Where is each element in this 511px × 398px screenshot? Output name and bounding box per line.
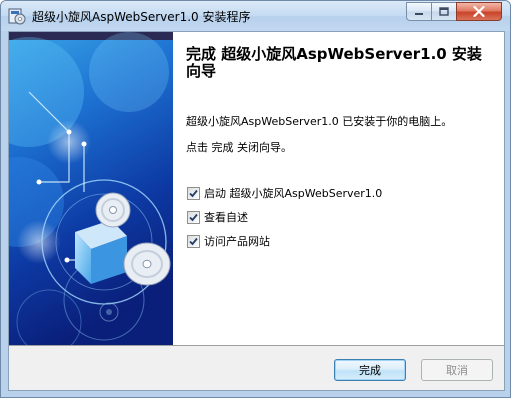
window-title: 超级小旋风AspWebServer1.0 安装程序 [32, 10, 251, 24]
option-launch-app[interactable]: 启动 超级小旋风AspWebServer1.0 [187, 185, 382, 201]
maximize-button[interactable] [431, 2, 457, 21]
checkmark-icon [189, 213, 198, 221]
installed-message: 超级小旋风AspWebServer1.0 已安装于你的电脑上。 [186, 115, 453, 128]
launch-app-label[interactable]: 启动 超级小旋风AspWebServer1.0 [204, 185, 382, 201]
page-title: 完成 超级小旋风AspWebServer1.0 安装向导 [186, 45, 482, 80]
option-visit-website[interactable]: 访问产品网站 [187, 233, 270, 249]
launch-app-checkbox[interactable] [187, 186, 200, 200]
wizard-content: 完成 超级小旋风AspWebServer1.0 安装向导 超级小旋风AspWeb… [173, 32, 504, 345]
installer-app-icon [8, 8, 26, 25]
installer-window: 超级小旋风AspWebServer1.0 安装程序 完成 超级小旋风AspWeb… [0, 0, 511, 398]
checkmark-icon [189, 237, 198, 245]
finish-button[interactable]: 完成 [334, 359, 406, 381]
close-button[interactable] [456, 2, 502, 21]
option-view-readme[interactable]: 查看自述 [187, 209, 248, 225]
maximize-icon [439, 7, 449, 16]
close-hint: 点击 完成 关闭向导。 [186, 141, 292, 154]
view-readme-label[interactable]: 查看自述 [204, 209, 248, 225]
visit-website-checkbox[interactable] [187, 234, 200, 248]
visit-website-label[interactable]: 访问产品网站 [204, 233, 270, 249]
minimize-button[interactable] [406, 2, 432, 21]
cd-box-illustration [9, 32, 173, 345]
wizard-body: 完成 超级小旋风AspWebServer1.0 安装向导 超级小旋风AspWeb… [8, 31, 505, 391]
view-readme-checkbox[interactable] [187, 210, 200, 224]
minimize-icon [415, 12, 423, 15]
title-bar[interactable]: 超级小旋风AspWebServer1.0 安装程序 [1, 1, 510, 31]
button-bar: 完成 取消 [9, 345, 504, 390]
wizard-banner-image [9, 32, 173, 345]
close-icon [473, 6, 485, 17]
cancel-button[interactable]: 取消 [421, 359, 493, 381]
checkmark-icon [189, 189, 198, 197]
